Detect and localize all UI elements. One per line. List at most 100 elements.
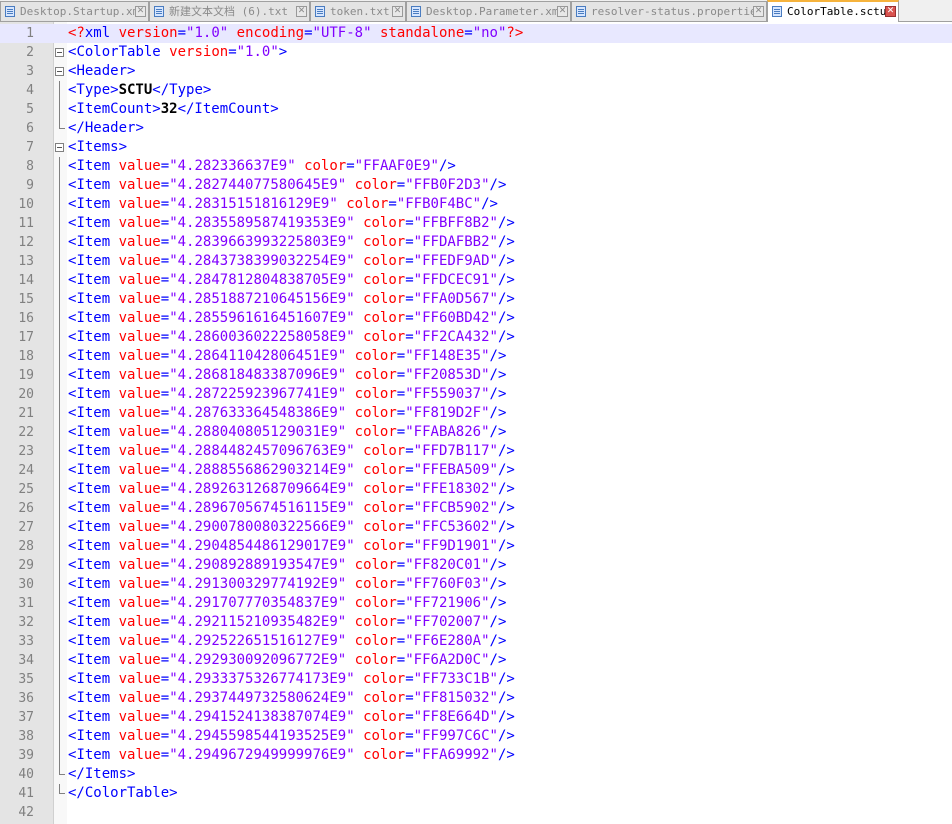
attribute-value: "FFEBA509" <box>413 462 498 478</box>
code-editor[interactable]: 1 <?xml version="1.0" encoding="UTF-8" st… <box>0 22 952 824</box>
fold-minus-icon[interactable] <box>55 48 64 57</box>
code-line[interactable]: 17 <Item value="4.2860036022258058E9" col… <box>0 328 952 347</box>
close-icon[interactable]: ✕ <box>135 6 146 17</box>
code-line[interactable]: 27 <Item value="4.2900780080322566E9" col… <box>0 518 952 537</box>
code-line[interactable]: 5 <ItemCount>32</ItemCount> <box>0 100 952 119</box>
tab-0[interactable]: Desktop.Startup.xml ✕ <box>0 1 149 21</box>
code-line[interactable]: 3 <Header> <box>0 62 952 81</box>
attribute-value: "4.2839663993225803E9" <box>169 234 355 250</box>
attribute-name: version <box>169 44 229 60</box>
tag-name: Item <box>76 538 111 554</box>
code-line[interactable]: 30 <Item value="4.291300329774192E9" colo… <box>0 575 952 594</box>
code-line[interactable]: 33 <Item value="4.292522651516127E9" colo… <box>0 632 952 651</box>
code-line[interactable]: 28 <Item value="4.2904854486129017E9" col… <box>0 537 952 556</box>
syntax-token <box>228 25 236 41</box>
attribute-value: "4.2888556862903214E9" <box>169 462 355 478</box>
attribute-value: "4.2843738399032254E9" <box>169 253 355 269</box>
code-line[interactable]: 24 <Item value="4.2888556862903214E9" col… <box>0 461 952 480</box>
attribute-name: value <box>118 158 161 174</box>
close-icon[interactable]: ✕ <box>753 6 764 17</box>
fold-line <box>59 347 60 366</box>
code-line[interactable]: 19 <Item value="4.286818483387096E9" colo… <box>0 366 952 385</box>
code-line[interactable]: 2 <ColorTable version="1.0"> <box>0 43 952 62</box>
syntax-token: /> <box>497 500 515 516</box>
code-line[interactable]: 34 <Item value="4.292930092096772E9" colo… <box>0 651 952 670</box>
code-line[interactable]: 36 <Item value="4.2937449732580624E9" col… <box>0 689 952 708</box>
attribute-value: "4.287225923967741E9" <box>169 386 347 402</box>
code-line[interactable]: 39 <Item value="4.2949672949999976E9" col… <box>0 746 952 765</box>
code-line[interactable]: 42 <box>0 803 952 822</box>
tag-name: Item <box>76 329 111 345</box>
attribute-value: "FF815032" <box>413 690 498 706</box>
attribute-value: "4.2884482457096763E9" <box>169 443 355 459</box>
line-text: <Item value="4.2835589587419353E9" color… <box>68 214 515 233</box>
tab-5[interactable]: ColorTable.sctu ✕ <box>767 0 899 22</box>
tab-4[interactable]: resolver-status.properties ✕ <box>571 1 767 21</box>
code-line[interactable]: 4 <Type>SCTU</Type> <box>0 81 952 100</box>
code-line[interactable]: 9 <Item value="4.282744077580645E9" color… <box>0 176 952 195</box>
line-number: 41 <box>18 786 34 801</box>
code-line[interactable]: 29 <Item value="4.290892889193547E9" colo… <box>0 556 952 575</box>
code-line[interactable]: 13 <Item value="4.2843738399032254E9" col… <box>0 252 952 271</box>
close-icon[interactable]: ✕ <box>296 6 307 17</box>
line-number: 16 <box>18 311 34 326</box>
tab-2[interactable]: token.txt ✕ <box>310 1 406 21</box>
code-line[interactable]: 38 <Item value="4.2945598544193525E9" col… <box>0 727 952 746</box>
fold-line <box>59 613 60 632</box>
line-text: <Item value="4.2843738399032254E9" color… <box>68 252 515 271</box>
code-line[interactable]: 32 <Item value="4.292115210935482E9" colo… <box>0 613 952 632</box>
code-line[interactable]: 20 <Item value="4.287225923967741E9" colo… <box>0 385 952 404</box>
code-line[interactable]: 41 </ColorTable> <box>0 784 952 803</box>
syntax-token: = <box>160 538 170 554</box>
code-line[interactable]: 10 <Item value="4.28315151816129E9" color… <box>0 195 952 214</box>
fold-line <box>59 404 60 423</box>
syntax-token <box>110 728 118 744</box>
code-line[interactable]: 8 <Item value="4.282336637E9" color="FFAA… <box>0 157 952 176</box>
code-line[interactable]: 16 <Item value="4.2855961616451607E9" col… <box>0 309 952 328</box>
code-line[interactable]: 21 <Item value="4.287633364548386E9" colo… <box>0 404 952 423</box>
code-line[interactable]: 40 </Items> <box>0 765 952 784</box>
code-line[interactable]: 14 <Item value="4.2847812804838705E9" col… <box>0 271 952 290</box>
tab-1[interactable]: 新建文本文档 (6).txt ✕ <box>149 1 310 21</box>
fold-line <box>59 119 65 129</box>
line-text: <ColorTable version="1.0"> <box>68 43 287 62</box>
fold-minus-icon[interactable] <box>55 143 64 152</box>
line-number: 7 <box>26 140 34 155</box>
syntax-token: = <box>405 234 414 250</box>
code-line[interactable]: 15 <Item value="4.2851887210645156E9" col… <box>0 290 952 309</box>
code-line[interactable]: 1 <?xml version="1.0" encoding="UTF-8" st… <box>0 24 952 43</box>
close-icon[interactable]: ✕ <box>557 6 568 17</box>
code-line[interactable]: 6 </Header> <box>0 119 952 138</box>
code-line[interactable]: 37 <Item value="4.2941524138387074E9" col… <box>0 708 952 727</box>
code-line[interactable]: 23 <Item value="4.2884482457096763E9" col… <box>0 442 952 461</box>
syntax-token: = <box>388 196 397 212</box>
code-line[interactable]: 25 <Item value="4.2892631268709664E9" col… <box>0 480 952 499</box>
code-line[interactable]: 7 <Items> <box>0 138 952 157</box>
attribute-name: value <box>118 215 161 231</box>
line-text: <Items> <box>68 138 127 157</box>
line-number: 24 <box>18 463 34 478</box>
code-line[interactable]: 35 <Item value="4.2933375326774173E9" col… <box>0 670 952 689</box>
code-line[interactable]: 26 <Item value="4.2896705674516115E9" col… <box>0 499 952 518</box>
attribute-name: value <box>118 519 161 535</box>
syntax-token: <ItemCount> <box>68 101 161 117</box>
syntax-token: = <box>160 614 170 630</box>
fold-minus-icon[interactable] <box>55 67 64 76</box>
code-line[interactable]: 12 <Item value="4.2839663993225803E9" col… <box>0 233 952 252</box>
code-line[interactable]: 31 <Item value="4.291707770354837E9" colo… <box>0 594 952 613</box>
attribute-name: value <box>118 329 161 345</box>
syntax-token: /> <box>489 348 507 364</box>
code-line[interactable]: 18 <Item value="4.286411042806451E9" colo… <box>0 347 952 366</box>
syntax-token: = <box>346 158 355 174</box>
attribute-value: "4.2949672949999976E9" <box>169 747 355 763</box>
tag-name: Items <box>76 139 119 155</box>
close-icon[interactable]: ✕ <box>885 6 896 17</box>
attribute-name: value <box>118 500 161 516</box>
code-line[interactable]: 11 <Item value="4.2835589587419353E9" col… <box>0 214 952 233</box>
tab-3[interactable]: Desktop.Parameter.xml ✕ <box>406 1 571 21</box>
close-icon[interactable]: ✕ <box>392 6 403 17</box>
tag-name: Item <box>76 234 111 250</box>
syntax-token: /> <box>497 519 515 535</box>
code-line[interactable]: 22 <Item value="4.288040805129031E9" colo… <box>0 423 952 442</box>
syntax-token: </Type> <box>152 82 212 98</box>
